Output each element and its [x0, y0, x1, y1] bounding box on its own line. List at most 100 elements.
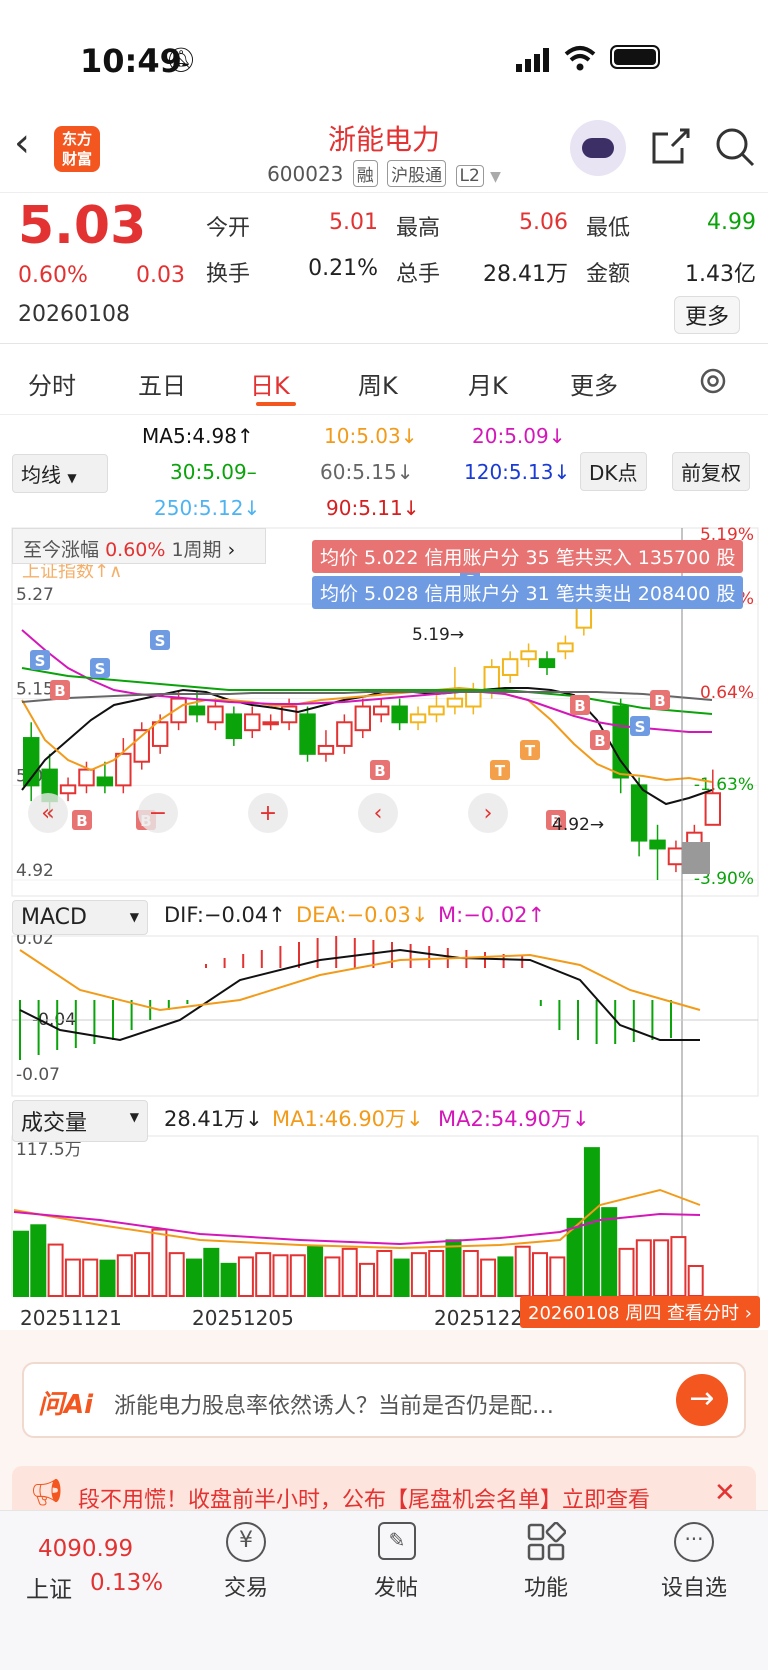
- volume-bar: [445, 1239, 462, 1297]
- low-value: 4.99: [707, 210, 756, 235]
- ma10-value: 10:5.03↓: [324, 424, 418, 448]
- candle-body: [336, 721, 353, 747]
- macd-dif-line: [19, 948, 700, 1042]
- index-value[interactable]: 4090.99: [38, 1536, 133, 1562]
- volume-bar: [168, 1252, 185, 1298]
- post-icon[interactable]: ✎: [378, 1522, 416, 1560]
- notice-close-icon[interactable]: ✕: [714, 1478, 736, 1508]
- tab-daily-k[interactable]: 日K: [250, 366, 290, 401]
- credit-sell-banner: 均价 5.028 信用账户分 31 笔共卖出 208400 股: [312, 576, 744, 609]
- volume-bar: [307, 1245, 324, 1298]
- tab-5day[interactable]: 五日: [138, 366, 186, 401]
- period-unit: 1周期: [171, 539, 222, 561]
- battery-icon: [610, 45, 660, 69]
- nav-add-watchlist[interactable]: 设自选: [634, 1570, 754, 1602]
- candle-body: [501, 658, 519, 676]
- macd-dea: DEA:−0.03↓: [296, 903, 429, 927]
- pct-axis-label: -1.63%: [694, 775, 754, 795]
- candle-body: [225, 713, 243, 740]
- more-button[interactable]: 更多: [674, 296, 741, 334]
- candle-body: [428, 705, 445, 716]
- volume-ma1: MA1:46.90万↓: [272, 1107, 424, 1131]
- candle-body: [78, 768, 95, 787]
- trade-marker-label: T: [525, 742, 536, 760]
- candle-body: [649, 839, 666, 850]
- view-intraday-label: 20260108 周四 查看分时: [528, 1303, 740, 1324]
- volume-bar: [186, 1258, 202, 1297]
- trade-marker-label: B: [574, 697, 585, 715]
- nav-function[interactable]: 功能: [486, 1570, 606, 1602]
- function-icon[interactable]: [526, 1521, 567, 1562]
- volume-bar: [480, 1258, 497, 1297]
- ask-ai-logo: 问Ai: [38, 1390, 94, 1420]
- turnover-value: 0.21%: [308, 256, 378, 281]
- volume-axis-top: 117.5万: [16, 1140, 82, 1160]
- price-axis-label: 5.15: [16, 680, 54, 700]
- volume-bar: [237, 1256, 254, 1298]
- view-intraday-button[interactable]: 20260108 周四 查看分时 ›: [520, 1296, 760, 1328]
- chart-nav-icon: −: [149, 801, 167, 826]
- nav-trade[interactable]: 交易: [186, 1570, 306, 1602]
- ask-ai-placeholder: 浙能电力股息率依然诱人？当前是否仍是配…: [114, 1394, 555, 1419]
- tab-monthly-k[interactable]: 月K: [468, 366, 508, 401]
- volume-selector[interactable]: 成交量 ▼: [12, 1100, 148, 1142]
- mute-icon: 🔕︎: [166, 46, 197, 74]
- tab-weekly-k[interactable]: 周K: [358, 366, 398, 401]
- volume-bar: [601, 1207, 618, 1298]
- robot-avatar-icon[interactable]: [570, 120, 626, 176]
- trade-icon[interactable]: ¥: [226, 1522, 266, 1562]
- ask-ai-submit-button[interactable]: →: [676, 1374, 728, 1426]
- volume-bar: [116, 1254, 133, 1297]
- amount-label: 金额: [586, 262, 631, 287]
- candle-body: [538, 658, 556, 669]
- candle-body: [354, 705, 372, 732]
- macd-selector[interactable]: MACD ▼: [12, 900, 148, 935]
- watchlist-icon[interactable]: ···: [674, 1522, 714, 1562]
- chart-nav-icon: +: [259, 801, 277, 826]
- signal-icon: [516, 48, 556, 72]
- volume-bar: [272, 1254, 289, 1297]
- high-price-mark: 5.19→: [412, 625, 464, 645]
- ma-selector[interactable]: 均线 ▼: [12, 454, 108, 493]
- trade-marker-label: S: [635, 718, 646, 736]
- tab-intraday[interactable]: 分时: [28, 366, 76, 401]
- volume-bar: [359, 1262, 375, 1297]
- ma-selector-label: 均线: [21, 463, 61, 487]
- search-icon[interactable]: [714, 126, 756, 168]
- volume-bar: [497, 1256, 514, 1298]
- candle-body: [262, 721, 279, 726]
- tab-more[interactable]: 更多: [570, 366, 618, 401]
- candle-body: [317, 744, 335, 755]
- dropdown-icon[interactable]: ▼: [490, 169, 501, 185]
- chart-nav-icon: ‹: [374, 801, 383, 826]
- volume-bar: [82, 1258, 99, 1297]
- period-return-label: 至今涨幅: [23, 539, 100, 561]
- volume-bar: [549, 1256, 566, 1298]
- ma250-value: 250:5.12↓: [154, 496, 261, 520]
- volume-bar: [30, 1224, 47, 1297]
- candle-body: [299, 713, 316, 755]
- trade-marker-label: T: [495, 762, 506, 780]
- volume-bar: [220, 1262, 237, 1297]
- low-label: 最低: [586, 216, 631, 241]
- candle-body: [630, 784, 648, 842]
- ma120-value: 120:5.13↓: [464, 460, 571, 484]
- dk-point-button[interactable]: DK点: [580, 452, 647, 491]
- candle-body: [96, 776, 114, 787]
- candle-body: [446, 697, 464, 708]
- volume-bar: [13, 1230, 29, 1298]
- ma90-value: 90:5.11↓: [326, 496, 420, 520]
- adjust-button[interactable]: 前复权: [672, 452, 750, 491]
- ma20-value: 20:5.09↓: [472, 424, 566, 448]
- volume-bar: [393, 1258, 410, 1297]
- open-label: 今开: [206, 216, 251, 241]
- trade-marker-label: B: [594, 732, 605, 750]
- nav-post[interactable]: 发帖: [336, 1570, 456, 1602]
- volume-bar: [203, 1247, 220, 1297]
- period-return-box[interactable]: 至今涨幅 0.60% 1周期 ›: [12, 528, 266, 564]
- volume-bar: [255, 1252, 272, 1298]
- volume-value: 28.41万: [483, 262, 568, 287]
- share-icon[interactable]: [650, 126, 690, 166]
- settings-icon[interactable]: [696, 364, 730, 398]
- candle-body: [557, 642, 574, 653]
